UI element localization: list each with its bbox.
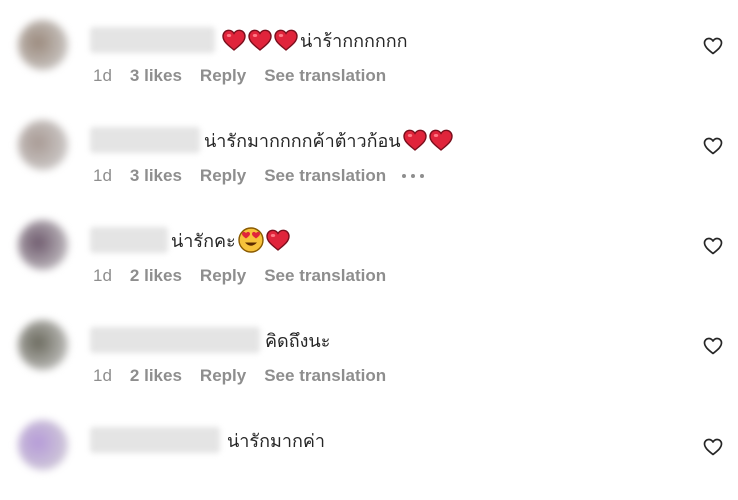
username-redacted[interactable] (90, 327, 260, 353)
likes-count-link[interactable]: 3 likes (130, 66, 182, 86)
red-heart-emoji-icon (222, 29, 246, 51)
avatar[interactable] (18, 20, 68, 70)
heart-outline-icon[interactable] (703, 337, 723, 355)
likes-count-link[interactable]: 3 likes (130, 166, 182, 186)
red-heart-emoji-icon (428, 129, 453, 151)
reply-button[interactable]: Reply (200, 166, 246, 186)
reply-button[interactable]: Reply (200, 366, 246, 386)
comment-item: น่ารักมากกกกค้าต้าวก้อน 1d 3 likes Reply See… (0, 100, 738, 200)
comment-item: คิดถึงนะ 1d 2 likes Reply See translation (0, 300, 738, 400)
comment-body: น่ารักมากกกกค้าต้าวก้อน (204, 126, 453, 154)
username-redacted[interactable] (90, 27, 215, 53)
see-translation-button[interactable]: See translation (264, 366, 386, 386)
comment-text: น่ารักคะ (171, 230, 236, 252)
username-redacted[interactable] (90, 427, 220, 453)
heart-outline-icon[interactable] (703, 237, 723, 255)
comment-timestamp: 1d (93, 366, 112, 385)
comment-list: น่าร้ากกกกกก 1d 3 likes Reply See translatio… (0, 0, 738, 472)
username-redacted[interactable] (90, 227, 168, 253)
more-options-icon[interactable] (402, 174, 425, 178)
heart-outline-icon[interactable] (703, 37, 723, 55)
username-redacted[interactable] (90, 127, 200, 153)
comment-text: น่าร้ากกกกกก (300, 30, 408, 52)
comment-text: คิดถึงนะ (265, 330, 331, 352)
red-heart-emoji-icon (248, 29, 272, 51)
comment-timestamp: 1d (93, 66, 112, 85)
comment-item: น่ารักมากค่า (0, 400, 738, 500)
heart-outline-icon[interactable] (703, 438, 723, 456)
see-translation-button[interactable]: See translation (264, 266, 386, 286)
likes-count-link[interactable]: 2 likes (130, 366, 182, 386)
comment-meta: 1d 3 likes Reply See translation (93, 66, 404, 86)
see-translation-button[interactable]: See translation (264, 66, 386, 86)
comment-text: น่ารักมากกกกค้าต้าวก้อน (204, 130, 401, 152)
red-heart-emoji-icon (402, 129, 427, 151)
avatar[interactable] (18, 220, 68, 270)
comment-text: น่ารักมากค่า (227, 430, 325, 452)
likes-count-link[interactable]: 2 likes (130, 266, 182, 286)
comment-body: น่ารักมากค่า (227, 426, 325, 454)
red-heart-emoji-icon (265, 229, 290, 251)
comment-timestamp: 1d (93, 166, 112, 185)
reply-button[interactable]: Reply (200, 66, 246, 86)
comment-item: น่ารักคะ 1d 2 likes Reply See translation (0, 200, 738, 300)
reply-button[interactable]: Reply (200, 266, 246, 286)
red-heart-emoji-icon (274, 29, 298, 51)
see-translation-button[interactable]: See translation (264, 166, 386, 186)
avatar[interactable] (18, 420, 68, 470)
comment-item: น่าร้ากกกกกก 1d 3 likes Reply See translatio… (0, 0, 738, 100)
comment-meta: 1d 2 likes Reply See translation (93, 366, 404, 386)
avatar[interactable] (18, 120, 68, 170)
comment-body: น่าร้ากกกกกก (222, 26, 408, 54)
avatar[interactable] (18, 320, 68, 370)
comment-body: คิดถึงนะ (265, 326, 330, 354)
comment-timestamp: 1d (93, 266, 112, 285)
comment-body: น่ารักคะ (171, 226, 290, 254)
comment-meta: 1d 2 likes Reply See translation (93, 266, 404, 286)
comment-meta: 1d 3 likes Reply See translation (93, 166, 442, 186)
heart-outline-icon[interactable] (703, 137, 723, 155)
heart-eyes-emoji-icon (237, 227, 264, 253)
